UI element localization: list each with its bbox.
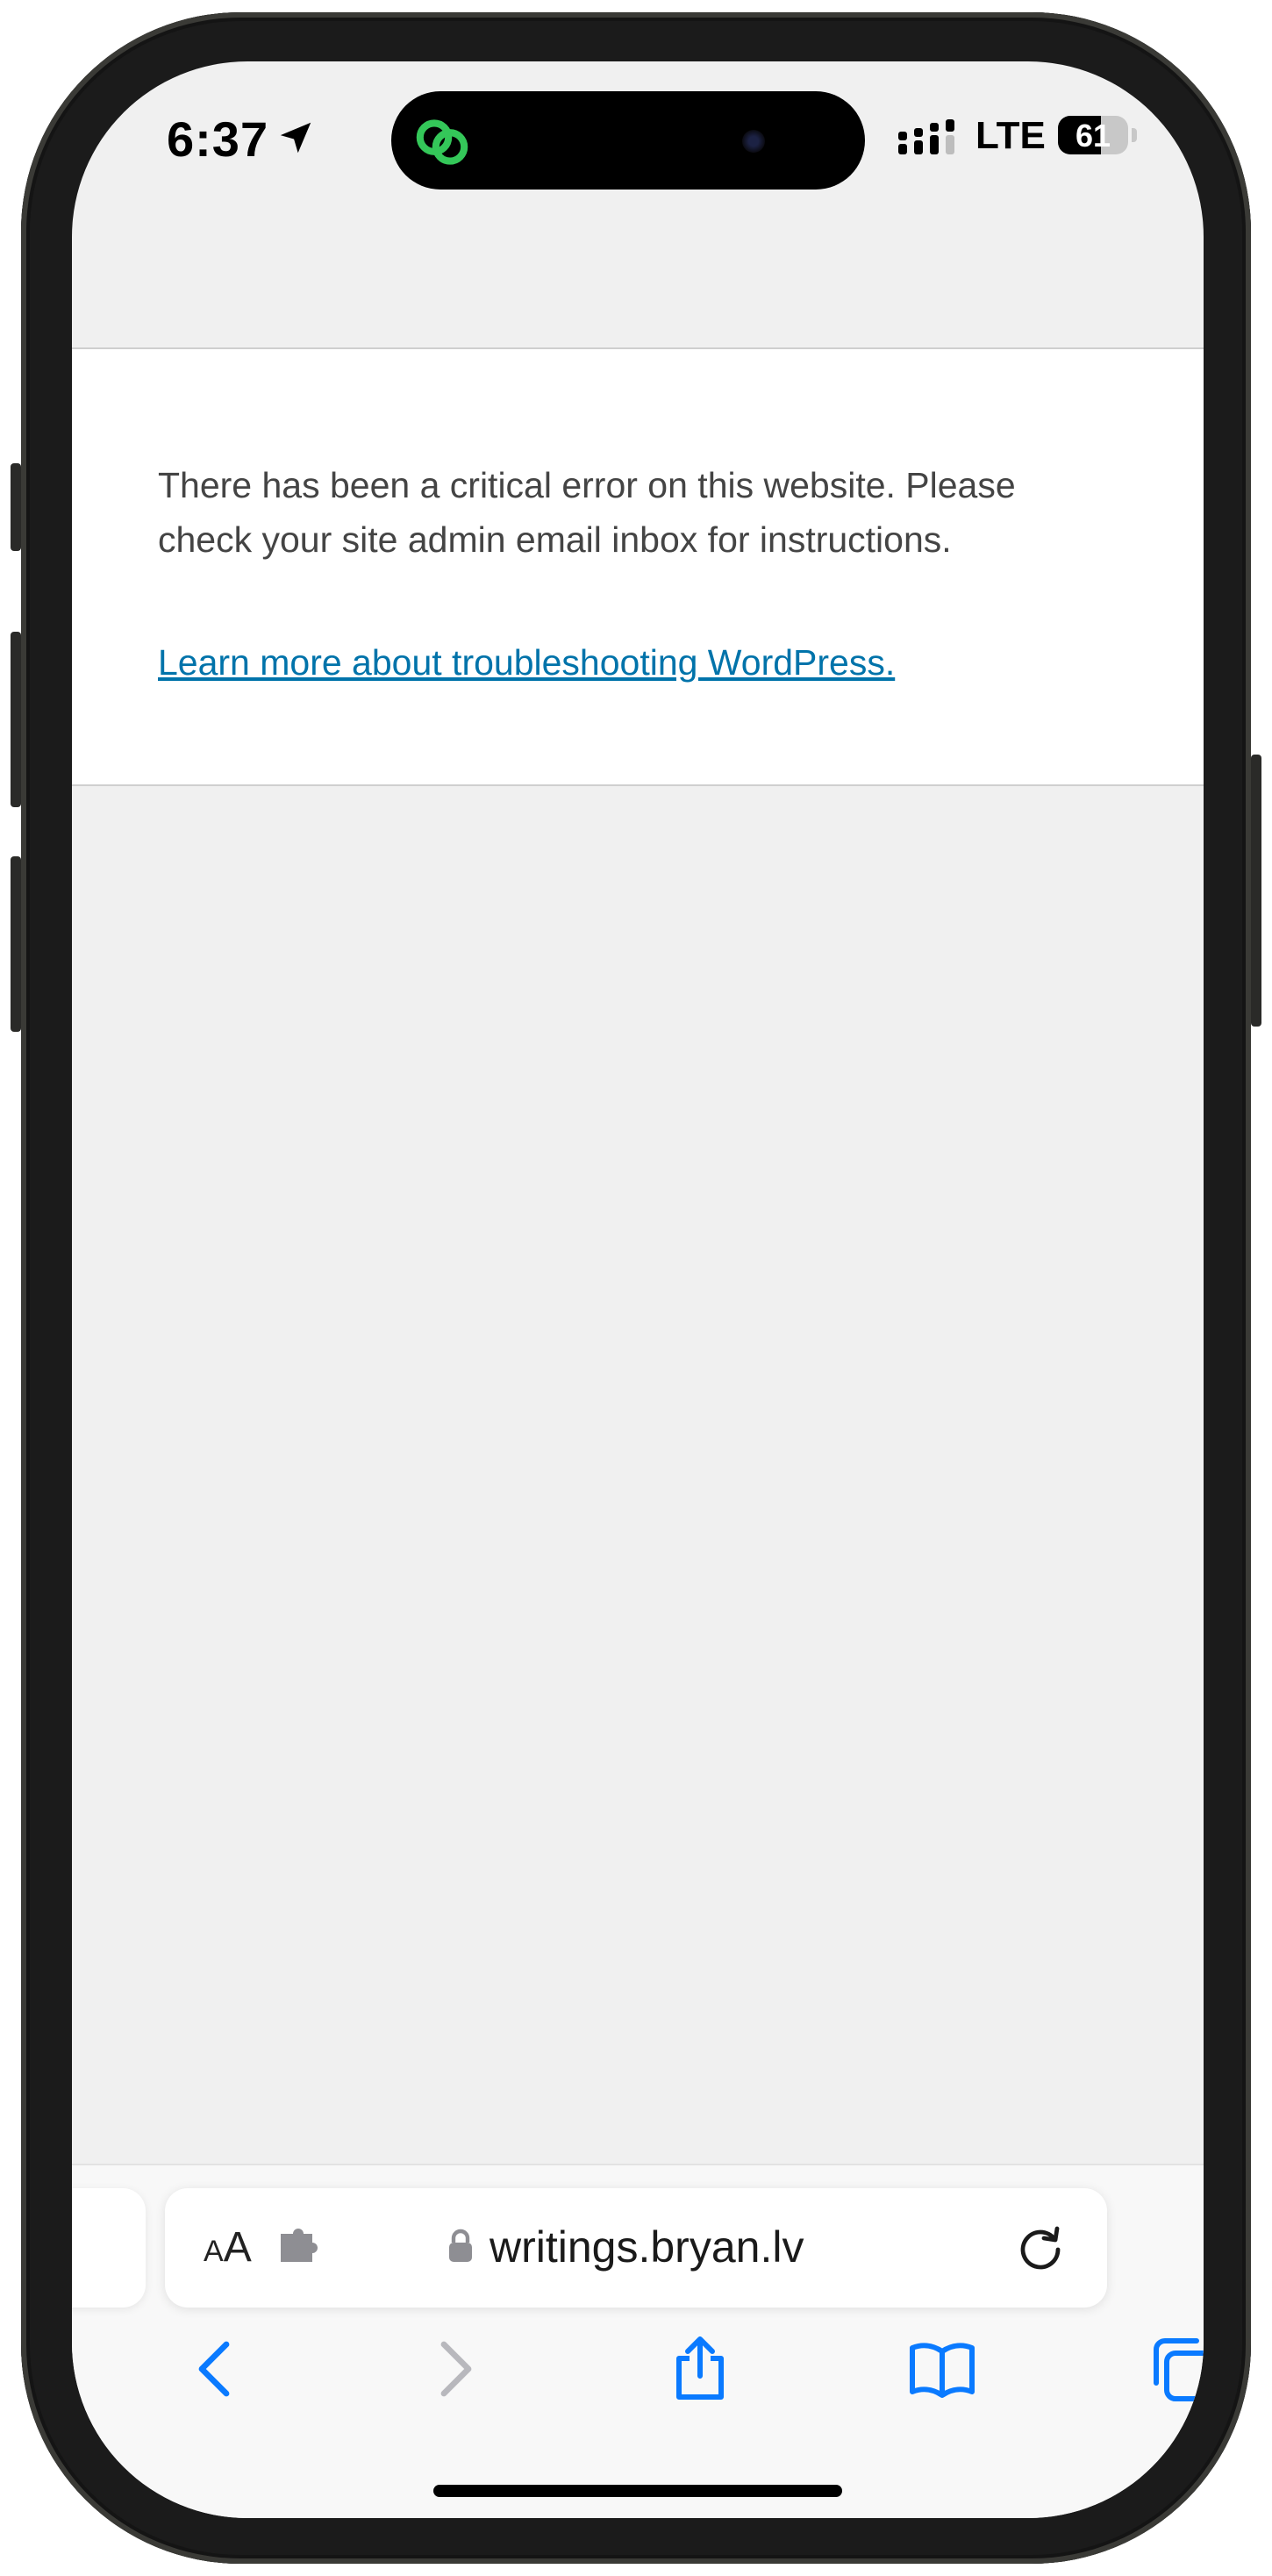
error-card: There has been a critical error on this … [72, 347, 1204, 786]
error-message: There has been a critical error on this … [158, 465, 1016, 560]
battery-nub [1132, 128, 1137, 142]
link-rings-icon [416, 119, 468, 165]
text-size-large-a: A [223, 2224, 252, 2271]
volume-up-button [11, 632, 21, 807]
safari-toolbar: AA writings.bryan.lv [72, 2164, 1204, 2518]
text-size-small-a: A [204, 2235, 224, 2268]
lock-icon [449, 2229, 472, 2262]
chevron-left-icon[interactable] [181, 2334, 251, 2404]
url-text[interactable]: writings.bryan.lv [490, 2222, 804, 2272]
network-type: LTE [975, 114, 1046, 157]
text-size-button[interactable]: AA [204, 2223, 252, 2272]
troubleshooting-link[interactable]: Learn more about troubleshooting WordPre… [158, 642, 895, 683]
address-bar[interactable]: AA writings.bryan.lv [165, 2188, 1107, 2308]
action-button [11, 463, 21, 551]
location-arrow-icon [280, 122, 311, 154]
previous-tab-preview[interactable] [72, 2188, 146, 2308]
dynamic-island[interactable] [391, 91, 865, 190]
volume-down-button [11, 856, 21, 1032]
power-button [1251, 755, 1261, 1027]
battery-indicator: 61 [1058, 116, 1128, 154]
share-icon[interactable] [665, 2334, 735, 2404]
book-icon[interactable] [907, 2334, 977, 2404]
chevron-right-icon[interactable] [419, 2334, 490, 2404]
tabs-icon[interactable] [1147, 2334, 1204, 2404]
cellular-signal-icon [898, 119, 954, 154]
screen: 6:37 LTE 61 There has been a critical er… [72, 61, 1204, 2518]
battery-level: 61 [1075, 118, 1111, 154]
front-camera [742, 130, 765, 153]
reload-icon[interactable] [1016, 2223, 1065, 2272]
puzzle-icon[interactable] [277, 2227, 323, 2269]
home-indicator[interactable] [433, 2485, 842, 2497]
status-time: 6:37 [167, 111, 269, 167]
